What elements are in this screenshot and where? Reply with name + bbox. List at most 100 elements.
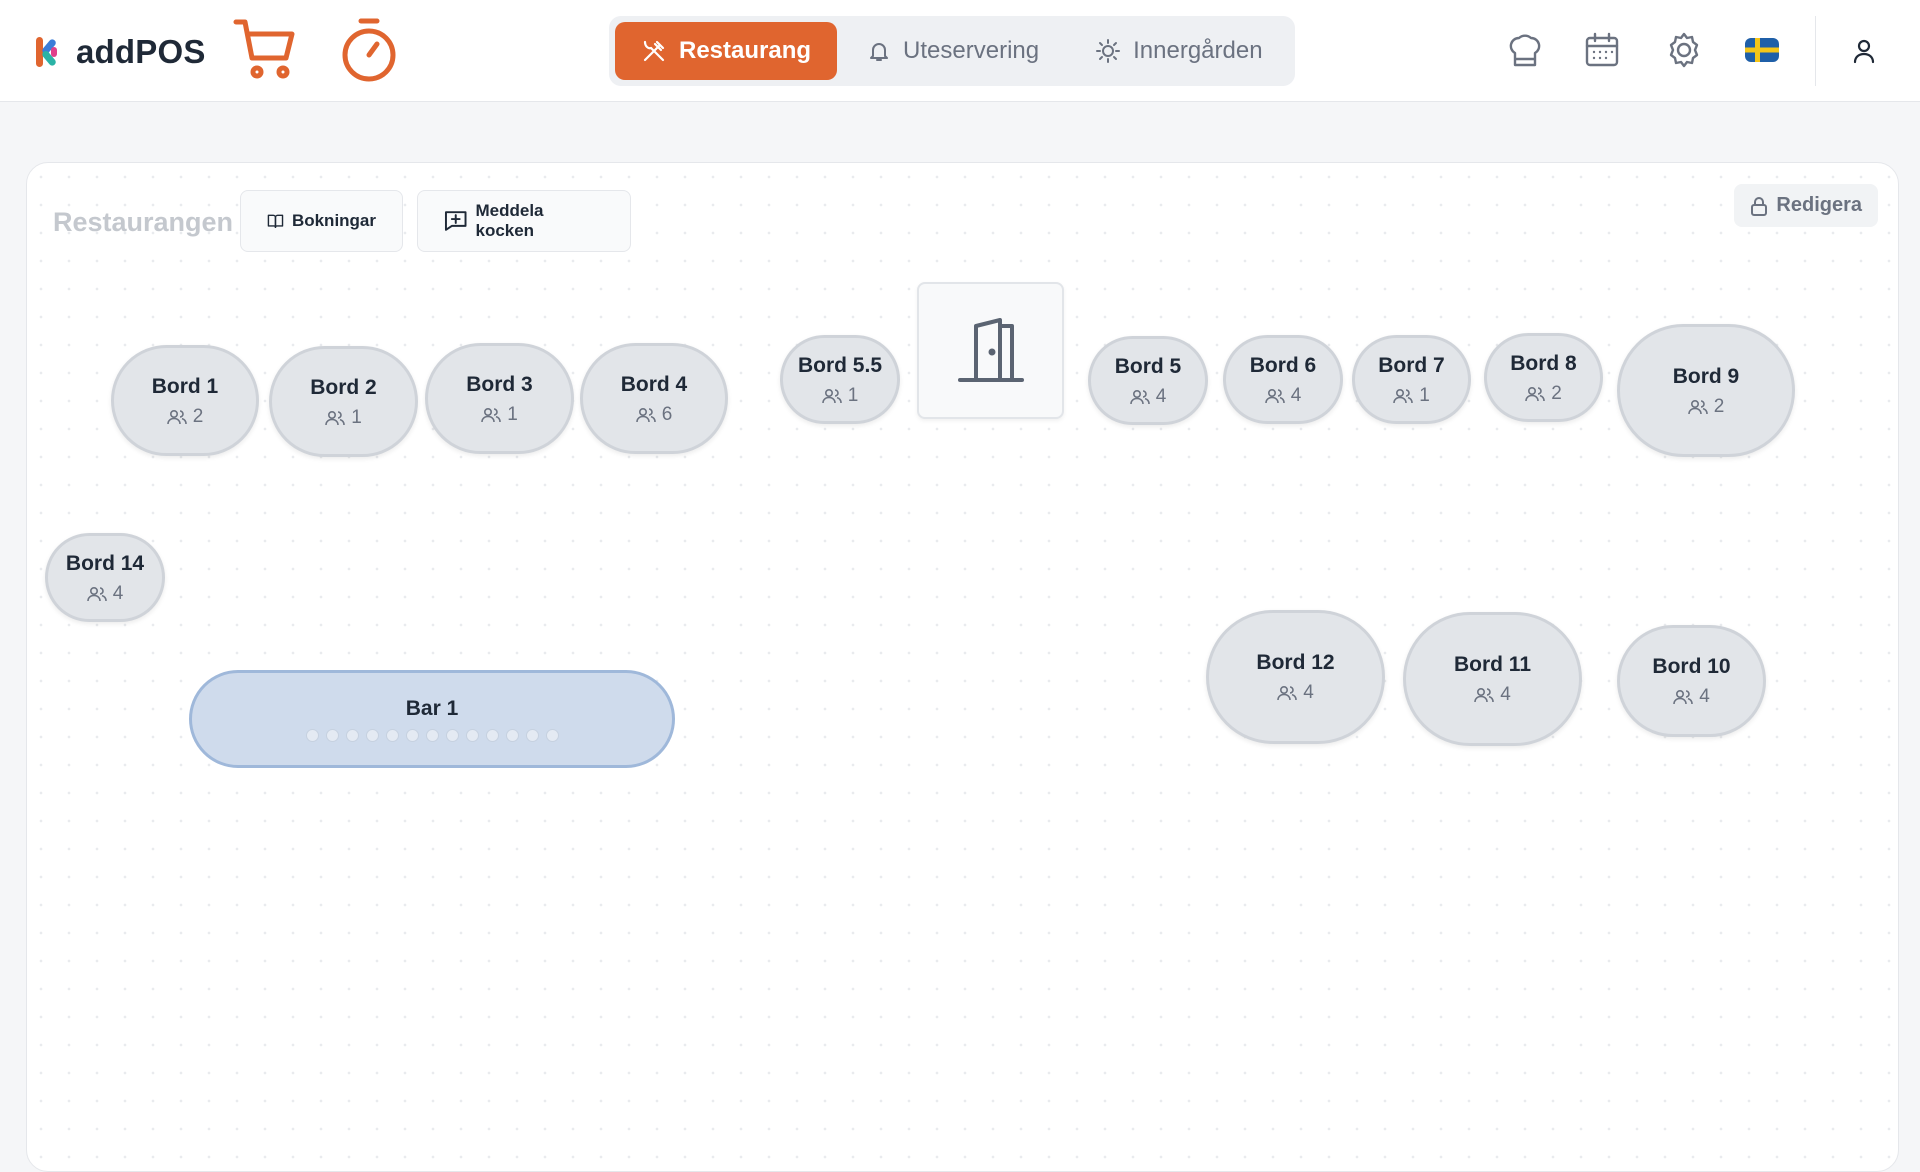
- book-open-icon: [267, 214, 284, 229]
- table-seats: 4: [1129, 385, 1167, 408]
- edit-button[interactable]: Redigera: [1734, 184, 1878, 227]
- bar-seat[interactable]: [505, 728, 519, 742]
- table-bord-4[interactable]: Bord 4 6: [580, 343, 728, 454]
- table-seats: 2: [1525, 383, 1562, 405]
- bar-seat[interactable]: [465, 728, 479, 742]
- bar-seat[interactable]: [325, 728, 339, 742]
- table-name: Bord 9: [1672, 364, 1740, 388]
- users-icon: [1277, 685, 1298, 701]
- users-icon: [86, 586, 107, 601]
- user-icon: [1853, 39, 1875, 64]
- table-bord-2[interactable]: Bord 2 1: [269, 346, 418, 457]
- edit-label: Redigera: [1776, 194, 1862, 216]
- notify-chef-button[interactable]: Meddela kocken: [417, 190, 631, 252]
- area-tabs: Restaurang Uteservering Innergården: [609, 16, 1295, 86]
- tab-restaurang[interactable]: Restaurang: [615, 22, 838, 80]
- users-icon: [1129, 389, 1150, 404]
- table-bord-6[interactable]: Bord 6 4: [1223, 335, 1343, 424]
- top-bar: addPOS Restaurang Uteservering Innergård…: [0, 0, 1920, 102]
- table-name: Bord 12: [1256, 651, 1335, 674]
- table-bord-8[interactable]: Bord 8 2: [1484, 333, 1603, 422]
- table-name: Bord 4: [620, 372, 688, 396]
- bar-seat[interactable]: [445, 728, 459, 742]
- table-bord-9[interactable]: Bord 9 2: [1617, 324, 1795, 457]
- settings-button[interactable]: [1664, 30, 1704, 70]
- bookings-button[interactable]: Bokningar: [240, 190, 403, 252]
- toolbar-divider: [1815, 16, 1816, 86]
- table-bord-5[interactable]: Bord 5 4: [1088, 336, 1208, 425]
- table-seats: 4: [1277, 682, 1314, 704]
- table-seats: 2: [1687, 396, 1724, 418]
- seat-count: 1: [351, 406, 362, 428]
- table-bord-12[interactable]: Bord 12 4: [1206, 610, 1385, 744]
- bar-seat[interactable]: [545, 728, 559, 742]
- tab-uteservering[interactable]: Uteservering: [841, 22, 1065, 80]
- table-name: Bord 5: [1114, 354, 1182, 378]
- table-seats: 1: [821, 385, 858, 407]
- table-name: Bord 14: [65, 551, 145, 575]
- bar-seat[interactable]: [405, 728, 419, 742]
- timer-button[interactable]: [338, 16, 400, 84]
- gear-icon: [1669, 32, 1699, 68]
- table-bord-11[interactable]: Bord 11 4: [1403, 612, 1582, 746]
- table-bord-14[interactable]: Bord 14 4: [45, 533, 165, 622]
- users-icon: [481, 407, 502, 422]
- bar-seat[interactable]: [345, 728, 359, 742]
- chef-hat-icon: [1509, 34, 1541, 67]
- addpos-logo-icon: [36, 37, 57, 67]
- tab-innergarden[interactable]: Innergården: [1069, 22, 1288, 80]
- bookings-label: Bokningar: [291, 211, 376, 230]
- users-icon: [1264, 388, 1285, 403]
- users-icon: [635, 407, 656, 422]
- calendar-button[interactable]: [1582, 30, 1622, 70]
- floor-title: Restaurangen: [53, 207, 234, 237]
- cart-button[interactable]: [232, 16, 300, 84]
- users-icon: [1393, 388, 1414, 403]
- users-icon: [1687, 399, 1708, 414]
- table-bord-5-5[interactable]: Bord 5.5 1: [780, 335, 900, 424]
- table-bord-3[interactable]: Bord 3 1: [425, 343, 574, 454]
- seat-count: 4: [1155, 385, 1167, 407]
- bar-seat[interactable]: [385, 728, 399, 742]
- table-seats: 1: [1393, 385, 1430, 407]
- tab-label: Uteservering: [903, 37, 1040, 64]
- table-seats: 4: [1673, 686, 1710, 708]
- kitchen-button[interactable]: [1505, 30, 1545, 70]
- bar-seats: [305, 728, 559, 742]
- seat-count: 2: [1551, 382, 1562, 404]
- table-seats: 1: [325, 407, 362, 429]
- seat-count: 2: [192, 405, 204, 427]
- bar-seat[interactable]: [305, 728, 319, 742]
- table-bord-7[interactable]: Bord 7 1: [1352, 335, 1471, 424]
- table-bord-1[interactable]: Bord 1 2: [111, 345, 259, 456]
- brand[interactable]: addPOS: [34, 30, 206, 74]
- bar-1[interactable]: Bar 1: [189, 670, 675, 768]
- tab-label: Restaurang: [679, 37, 812, 64]
- bar-seat[interactable]: [525, 728, 539, 742]
- tab-label: Innergården: [1133, 37, 1263, 64]
- table-seats: 4: [1474, 684, 1511, 706]
- users-icon: [1525, 386, 1546, 401]
- users-icon: [821, 388, 842, 403]
- sun-icon: [1096, 39, 1121, 63]
- bar-seat[interactable]: [425, 728, 439, 742]
- table-seats: 6: [635, 404, 672, 426]
- bar-seat[interactable]: [485, 728, 499, 742]
- table-seats: 4: [1264, 385, 1301, 407]
- notify-chef-label: Meddela kocken: [475, 201, 544, 240]
- user-button[interactable]: [1850, 36, 1878, 66]
- table-bord-10[interactable]: Bord 10 4: [1617, 625, 1766, 737]
- seat-count: 1: [1419, 384, 1430, 406]
- utensils-icon: [643, 40, 665, 62]
- shopping-cart-icon: [233, 19, 295, 79]
- bar-seat[interactable]: [365, 728, 379, 742]
- language-button[interactable]: [1744, 36, 1780, 64]
- table-name: Bord 6: [1249, 353, 1317, 377]
- stopwatch-icon: [342, 18, 396, 82]
- seat-count: 4: [1500, 684, 1511, 705]
- calendar-icon: [1585, 32, 1619, 67]
- table-name: Bord 8: [1510, 351, 1577, 375]
- lock-icon: [1751, 196, 1768, 216]
- entrance-door: [917, 282, 1064, 419]
- swedish-flag-icon: [1745, 38, 1779, 62]
